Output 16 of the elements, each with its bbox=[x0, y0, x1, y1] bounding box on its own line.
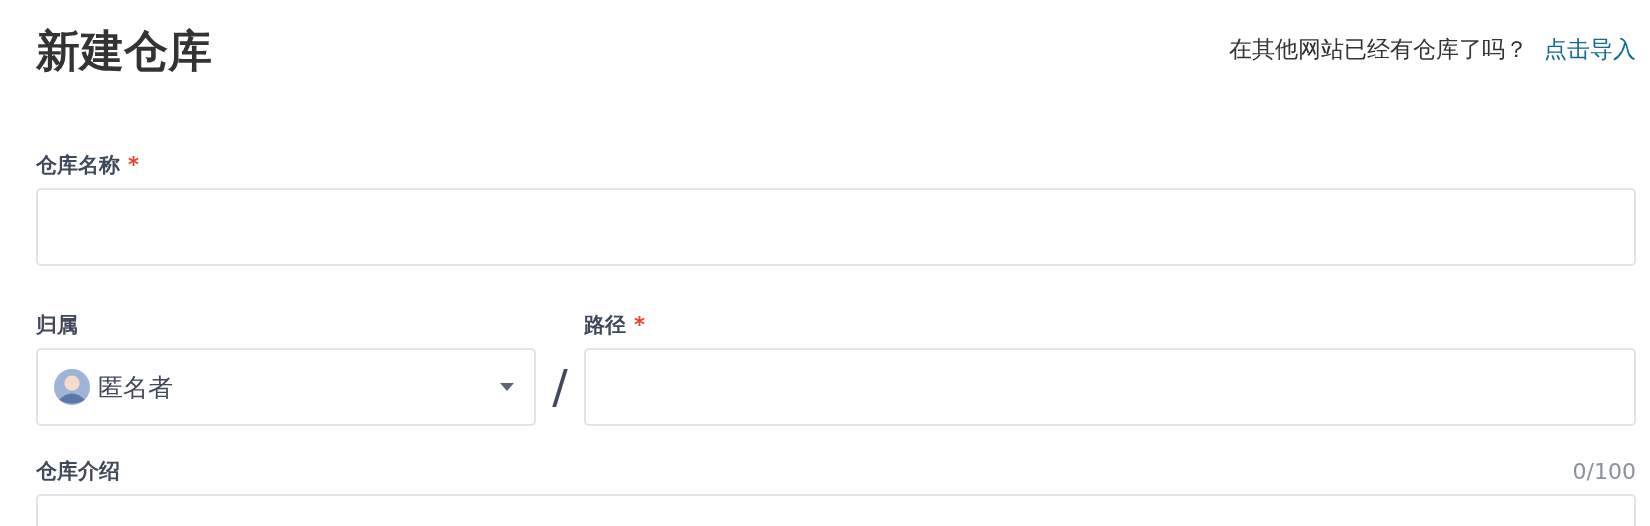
field-label: 仓库介绍 bbox=[36, 458, 120, 485]
path-input[interactable] bbox=[584, 348, 1636, 426]
field-label: 仓库名称 bbox=[36, 152, 120, 179]
required-mark: * bbox=[634, 313, 645, 337]
import-link[interactable]: 点击导入 bbox=[1544, 33, 1636, 65]
owner-select[interactable]: 匿名者 bbox=[36, 348, 536, 426]
character-counter: 0/100 bbox=[1572, 458, 1636, 484]
import-prompt: 在其他网站已经有仓库了吗？ bbox=[1229, 34, 1528, 64]
required-mark: * bbox=[128, 153, 139, 177]
repo-name-input[interactable] bbox=[36, 188, 1636, 266]
page-title: 新建仓库 bbox=[36, 23, 212, 78]
path-separator: / bbox=[551, 359, 569, 416]
avatar-icon bbox=[54, 369, 90, 405]
field-label: 归属 bbox=[36, 312, 78, 339]
caret-icon bbox=[500, 383, 514, 391]
field-label: 路径 bbox=[584, 312, 626, 339]
